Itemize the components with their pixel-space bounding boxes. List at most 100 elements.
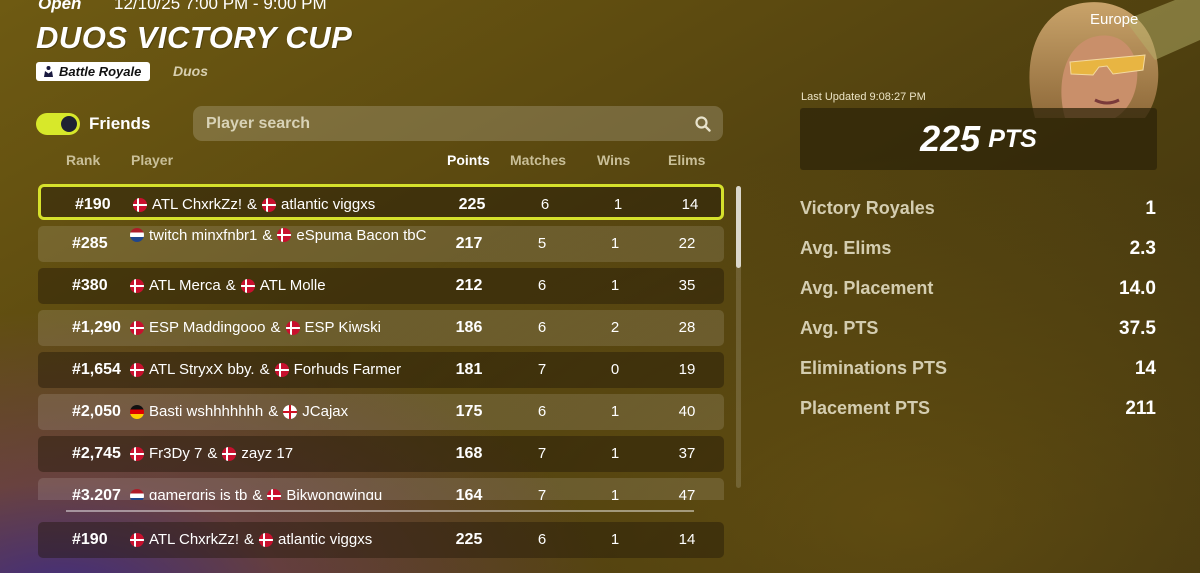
- player-separator: &: [244, 531, 255, 548]
- points-cell: 175: [455, 403, 483, 420]
- player-separator: &: [268, 403, 279, 420]
- matches-cell: 6: [537, 277, 547, 294]
- rank-cell: #190: [75, 196, 111, 213]
- matches-cell: 6: [537, 531, 547, 548]
- leaderboard-list[interactable]: #190 ATL ChxrkZz! & atlantic viggxs 225 6 1 14 #…: [0, 180, 740, 500]
- elims-cell: 19: [678, 361, 696, 378]
- wins-cell: 1: [610, 277, 620, 294]
- leaderboard-row[interactable]: #1,290 ESP Maddingooo & ESP Kiwski 186 6 2 28: [38, 310, 724, 346]
- leaderboard-row[interactable]: #380 ATL Merca & ATL Molle 212 6 1 35: [38, 268, 724, 304]
- flag-icon: [240, 278, 255, 293]
- event-time: 12/10/25 7:00 PM - 9:00 PM: [114, 0, 327, 13]
- wins-cell: 2: [610, 319, 620, 336]
- leaderboard-row[interactable]: #2,745 Fr3Dy 7 & zayz 17 168 7 1 37: [38, 436, 724, 472]
- player-1-name: ATL ChxrkZz!: [152, 196, 243, 213]
- rank-cell: #380: [72, 277, 108, 294]
- leaderboard-row[interactable]: #1,654 ATL StryxX bby. & Forhuds Farmer 181 7…: [38, 352, 724, 388]
- player-cell: ATL ChxrkZz! & atlantic viggxs: [130, 531, 372, 548]
- wins-cell: 1: [610, 235, 620, 252]
- player-2-name: JCajax: [302, 403, 349, 420]
- points-cell: 181: [455, 361, 483, 378]
- player-cell: ESP Maddingooo & ESP Kiwski: [130, 319, 381, 336]
- player-1-name: ESP Maddingooo: [149, 319, 266, 336]
- points-cell: 168: [455, 445, 483, 462]
- player-2-name: Bikwongwingu: [286, 487, 383, 500]
- player-separator: &: [262, 227, 273, 244]
- stat-value: 14: [1134, 358, 1156, 379]
- total-points: 225: [920, 118, 981, 159]
- stat-label: Placement PTS: [800, 398, 931, 418]
- matches-cell: 6: [540, 196, 550, 213]
- player-2-name: Forhuds Farmer: [293, 361, 402, 378]
- leaderboard-row[interactable]: #3,207 gamergris is tb & Bikwongwingu 164 7 1 4…: [38, 478, 724, 500]
- rank-cell: #3,207: [72, 487, 121, 500]
- col-header-player: Player: [131, 152, 174, 168]
- toggle-knob: [61, 116, 77, 132]
- flag-icon: [130, 362, 144, 377]
- wins-cell: 0: [610, 361, 620, 378]
- points-cell: 212: [455, 277, 483, 294]
- player-separator: &: [252, 487, 263, 500]
- total-points-box: 225 PTS: [800, 108, 1157, 170]
- elims-cell: 14: [681, 196, 699, 213]
- matches-cell: 7: [537, 361, 547, 378]
- last-updated: Last Updated 9:08:27 PM: [801, 91, 926, 103]
- leaderboard-row[interactable]: #285 twitch minxfnbr1 & eSpuma Bacon tbC 217…: [38, 226, 724, 262]
- friends-label: Friends: [89, 114, 151, 133]
- wins-cell: 1: [610, 445, 620, 462]
- player-2-name: eSpuma Bacon tbC: [296, 227, 427, 244]
- search-icon[interactable]: [694, 115, 712, 133]
- stat-value: 2.3: [1129, 238, 1156, 259]
- col-header-rank: Rank: [66, 152, 101, 168]
- leaderboard-row[interactable]: #190 ATL ChxrkZz! & atlantic viggxs 225 6 1 14: [38, 184, 724, 220]
- leaderboard-row[interactable]: #2,050 Basti wshhhhhhh & JCajax 175 6 1 40: [38, 394, 724, 430]
- region-label: Europe: [1090, 11, 1139, 28]
- flag-icon: [262, 197, 277, 212]
- list-divider: [66, 510, 694, 512]
- col-header-matches[interactable]: Matches: [510, 152, 566, 168]
- col-header-elims[interactable]: Elims: [668, 152, 705, 168]
- player-separator: &: [259, 361, 270, 378]
- rank-cell: #2,050: [72, 403, 121, 420]
- player-separator: &: [247, 196, 258, 213]
- elims-cell: 28: [678, 319, 696, 336]
- leaderboard-scrollbar[interactable]: [736, 186, 741, 488]
- points-cell: 225: [455, 531, 483, 548]
- stat-label: Eliminations PTS: [800, 358, 948, 378]
- player-cell: Fr3Dy 7 & zayz 17: [130, 445, 293, 462]
- elims-cell: 35: [678, 277, 696, 294]
- matches-cell: 7: [537, 445, 547, 462]
- stat-label: Victory Royales: [800, 198, 935, 218]
- mode-sub-label: Duos: [173, 63, 208, 79]
- my-team-row[interactable]: #190 ATL ChxrkZz! & atlantic viggxs 225 …: [38, 522, 724, 558]
- stat-label: Avg. Elims: [800, 238, 892, 258]
- col-header-wins[interactable]: Wins: [597, 152, 630, 168]
- col-header-points[interactable]: Points: [447, 152, 490, 168]
- matches-cell: 7: [537, 487, 547, 500]
- matches-cell: 6: [537, 403, 547, 420]
- flag-icon: [267, 488, 282, 500]
- player-cell: gamergris is tb & Bikwongwingu: [130, 487, 382, 500]
- friends-toggle[interactable]: [36, 113, 80, 135]
- flag-icon: [133, 197, 147, 212]
- elims-cell: 40: [678, 403, 696, 420]
- player-cell: Basti wshhhhhhh & JCajax: [130, 403, 348, 420]
- flag-icon: [277, 228, 292, 242]
- player-2-name: ATL Molle: [259, 277, 326, 294]
- player-1-name: Fr3Dy 7: [149, 445, 203, 462]
- flag-icon: [130, 532, 144, 547]
- points-unit: PTS: [988, 124, 1037, 153]
- flag-icon: [222, 446, 237, 461]
- points-cell: 217: [455, 235, 483, 252]
- scroll-thumb[interactable]: [736, 186, 741, 268]
- flag-icon: [274, 362, 289, 377]
- player-search-input[interactable]: [204, 113, 694, 134]
- player-cell: twitch minxfnbr1 & eSpuma Bacon tbC: [130, 227, 430, 244]
- player-1-name: Basti wshhhhhhh: [149, 403, 264, 420]
- player-1-name: twitch minxfnbr1: [149, 227, 258, 244]
- crown-icon: [44, 66, 53, 77]
- rank-cell: #285: [72, 235, 108, 252]
- elims-cell: 37: [678, 445, 696, 462]
- player-search-bar[interactable]: [193, 106, 723, 141]
- player-2-name: atlantic viggxs: [281, 196, 376, 213]
